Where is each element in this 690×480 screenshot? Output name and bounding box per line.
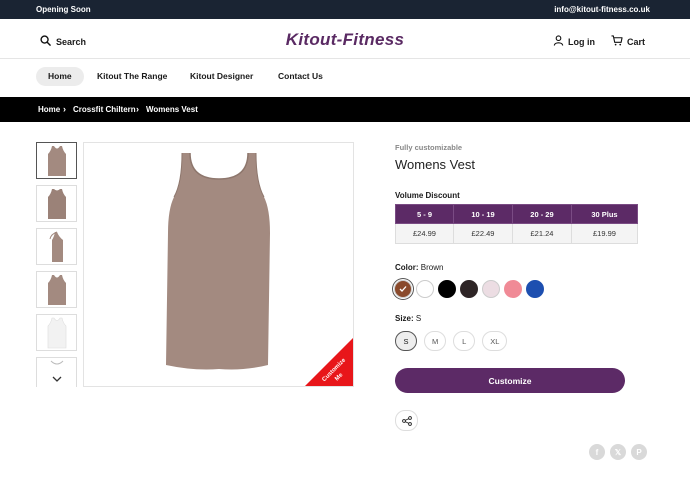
size-label: Size: S xyxy=(395,314,422,323)
size-option-l[interactable]: L xyxy=(453,331,476,351)
social-share-links: f 𝕏 P xyxy=(589,444,647,460)
announcement-bar: Opening Soon info@kitout-fitness.co.uk xyxy=(0,0,690,19)
size-options: S M L XL xyxy=(395,331,508,351)
volume-discount-label: Volume Discount xyxy=(395,191,460,200)
login-label: Log in xyxy=(567,36,595,47)
swatch-pale-pink[interactable] xyxy=(482,280,500,298)
swatch-white[interactable] xyxy=(416,280,434,298)
thumbnail-3[interactable] xyxy=(36,228,77,265)
cart-label: Cart xyxy=(626,36,645,47)
user-icon xyxy=(553,35,564,48)
contact-email-link[interactable]: info@kitout-fitness.co.uk xyxy=(554,5,650,14)
swatch-pink[interactable] xyxy=(504,280,522,298)
product-tagline: Fully customizable xyxy=(395,143,463,152)
customize-me-ribbon[interactable]: Customize Me xyxy=(305,338,353,386)
tier-price: £24.99 xyxy=(395,223,454,244)
swatch-brown[interactable] xyxy=(394,280,412,298)
x-twitter-icon[interactable]: 𝕏 xyxy=(610,444,626,460)
tier-header: 20 - 29 xyxy=(511,204,572,224)
share-icon xyxy=(401,415,412,426)
tier-price: £22.49 xyxy=(453,223,513,244)
product-title: Womens Vest xyxy=(395,157,475,172)
thumbnail-6[interactable] xyxy=(36,357,77,387)
chevron-right-icon: › xyxy=(63,104,66,114)
site-header: Search Kitout-Fitness Log in Cart xyxy=(0,19,690,59)
tier-price: £21.24 xyxy=(511,223,572,244)
thumbnail-4[interactable] xyxy=(36,271,77,308)
product-main-image[interactable]: Customize Me xyxy=(83,142,354,387)
color-label: Color: Brown xyxy=(395,263,444,272)
facebook-icon[interactable]: f xyxy=(589,444,605,460)
share-button[interactable] xyxy=(395,410,418,431)
tier-header: 5 - 9 xyxy=(395,204,454,224)
thumbnail-5[interactable] xyxy=(36,314,77,351)
nav-item-range[interactable]: Kitout The Range xyxy=(85,67,179,86)
swatch-black[interactable] xyxy=(438,280,456,298)
size-option-s[interactable]: S xyxy=(395,331,417,351)
chevron-right-icon: › xyxy=(136,104,139,114)
customize-button[interactable]: Customize xyxy=(395,368,625,393)
thumbnail-1[interactable] xyxy=(36,142,77,179)
size-option-xl[interactable]: XL xyxy=(482,331,508,351)
cart-icon xyxy=(611,35,623,48)
pinterest-icon[interactable]: P xyxy=(631,444,647,460)
tier-price: £19.99 xyxy=(570,223,639,244)
volume-discount-table: 5 - 9 10 - 19 20 - 29 30 Plus £24.99 £22… xyxy=(395,204,639,244)
tier-header: 10 - 19 xyxy=(453,204,513,224)
breadcrumb: Home › Crossfit Chiltern › Womens Vest xyxy=(0,97,690,122)
nav-item-contact[interactable]: Contact Us xyxy=(266,67,335,86)
cart-link[interactable]: Cart xyxy=(611,35,645,48)
nav-item-designer[interactable]: Kitout Designer xyxy=(178,67,265,86)
breadcrumb-category[interactable]: Crossfit Chiltern xyxy=(73,105,136,114)
color-swatches xyxy=(394,280,544,298)
selected-size: S xyxy=(415,314,422,323)
selected-color: Brown xyxy=(420,263,444,272)
swatch-dark-grey[interactable] xyxy=(460,280,478,298)
breadcrumb-current: Womens Vest xyxy=(146,105,198,114)
nav-item-home[interactable]: Home xyxy=(36,67,84,86)
size-option-m[interactable]: M xyxy=(424,331,447,351)
check-icon xyxy=(399,286,407,292)
swatch-blue[interactable] xyxy=(526,280,544,298)
tier-header: 30 Plus xyxy=(570,204,639,224)
thumbnail-2[interactable] xyxy=(36,185,77,222)
main-nav: Home Kitout The Range Kitout Designer Co… xyxy=(0,59,690,96)
announcement-text: Opening Soon xyxy=(36,5,91,14)
breadcrumb-home[interactable]: Home xyxy=(38,105,60,114)
login-link[interactable]: Log in xyxy=(553,35,595,48)
